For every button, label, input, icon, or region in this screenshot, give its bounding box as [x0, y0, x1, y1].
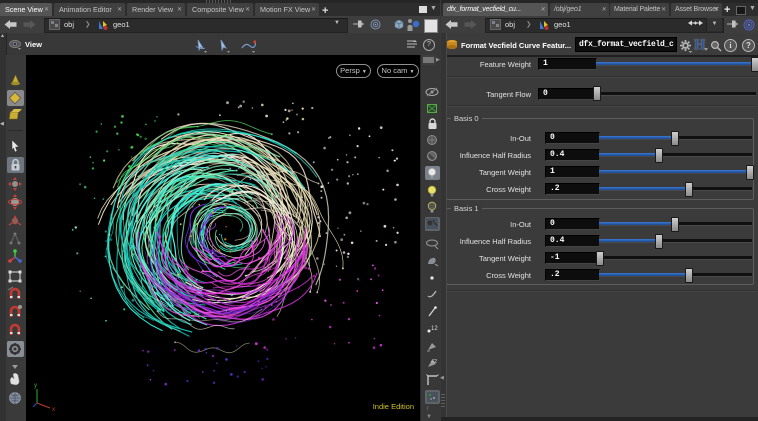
svg-text:42: 42 [431, 359, 437, 365]
svg-text:x: x [52, 407, 55, 413]
svg-text:12: 12 [431, 326, 438, 332]
svg-text:y: y [34, 383, 37, 389]
